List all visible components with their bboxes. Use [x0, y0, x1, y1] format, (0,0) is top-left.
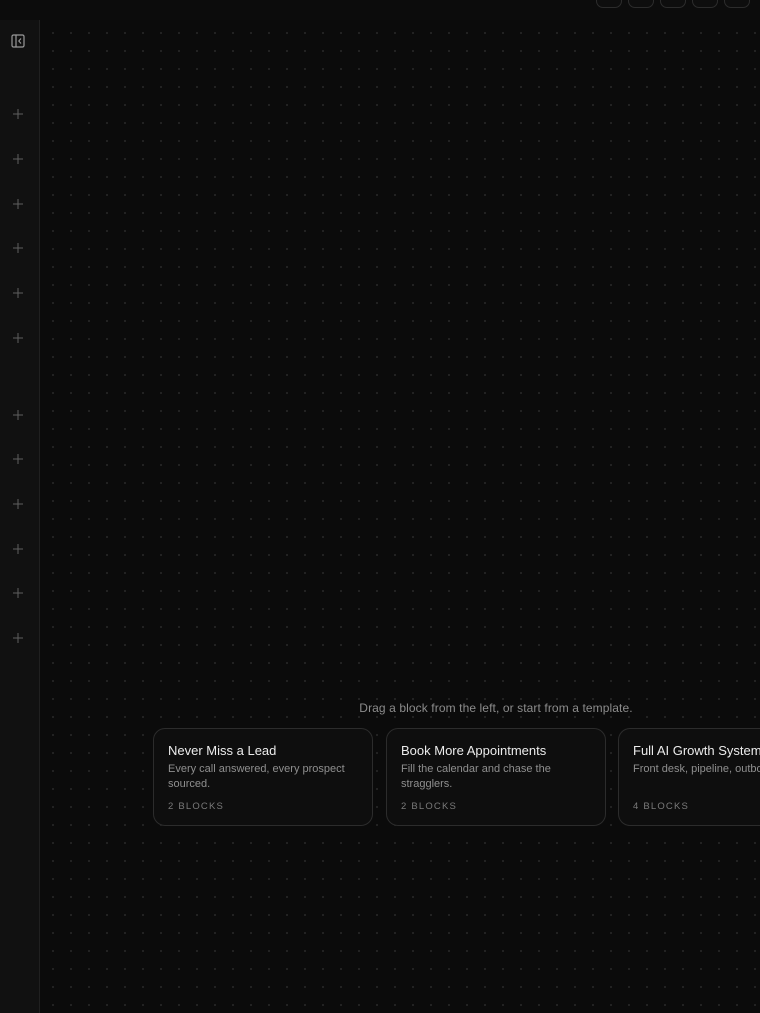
add-block-button[interactable] — [11, 286, 25, 300]
template-title: Book More Appointments — [401, 743, 547, 758]
template-description: Front desk, pipeline, outbound, ads. — [633, 763, 760, 775]
template-card-never-miss-a-lead[interactable]: Never Miss a Lead Every call answered, e… — [153, 728, 373, 826]
toolbar-button[interactable] — [596, 0, 622, 8]
add-block-button[interactable] — [11, 452, 25, 466]
template-card-full-ai-growth-system[interactable]: Full AI Growth System Front desk, pipeli… — [618, 728, 760, 826]
block-sidebar — [0, 20, 40, 1013]
toolbar-button[interactable] — [628, 0, 654, 8]
template-block-count: 2 BLOCKS — [168, 801, 225, 812]
collapse-sidebar-button[interactable] — [8, 32, 28, 50]
add-block-button[interactable] — [11, 542, 25, 556]
plus-icon — [13, 454, 23, 464]
add-block-button[interactable] — [11, 631, 25, 645]
toolbar-button[interactable] — [692, 0, 718, 8]
plus-icon — [13, 109, 23, 119]
add-block-button[interactable] — [11, 241, 25, 255]
plus-icon — [13, 199, 23, 209]
add-block-button[interactable] — [11, 586, 25, 600]
template-description: Every call answered, every prospect sour… — [168, 763, 345, 790]
toolbar-button[interactable] — [660, 0, 686, 8]
template-description: Fill the calendar and chase the straggle… — [401, 763, 551, 790]
empty-canvas-hint: Drag a block from the left, or start fro… — [359, 701, 633, 715]
add-block-button[interactable] — [11, 197, 25, 211]
template-card-book-more-appointments[interactable]: Book More Appointments Fill the calendar… — [386, 728, 606, 826]
plus-icon — [13, 499, 23, 509]
workflow-canvas[interactable]: Drag a block from the left, or start fro… — [40, 20, 760, 1013]
add-block-button[interactable] — [11, 408, 25, 422]
add-block-button[interactable] — [11, 152, 25, 166]
template-title: Full AI Growth System — [633, 743, 760, 758]
plus-icon — [13, 410, 23, 420]
template-title: Never Miss a Lead — [168, 743, 277, 758]
template-block-count: 4 BLOCKS — [633, 801, 690, 812]
panel-collapse-icon — [11, 34, 25, 48]
plus-icon — [13, 154, 23, 164]
plus-icon — [13, 288, 23, 298]
plus-icon — [13, 633, 23, 643]
add-block-button[interactable] — [11, 107, 25, 121]
add-block-button[interactable] — [11, 331, 25, 345]
plus-icon — [13, 243, 23, 253]
plus-icon — [13, 333, 23, 343]
toolbar-button[interactable] — [724, 0, 750, 8]
add-block-button[interactable] — [11, 497, 25, 511]
plus-icon — [13, 588, 23, 598]
plus-icon — [13, 544, 23, 554]
template-block-count: 2 BLOCKS — [401, 801, 458, 812]
top-toolbar — [0, 0, 760, 20]
